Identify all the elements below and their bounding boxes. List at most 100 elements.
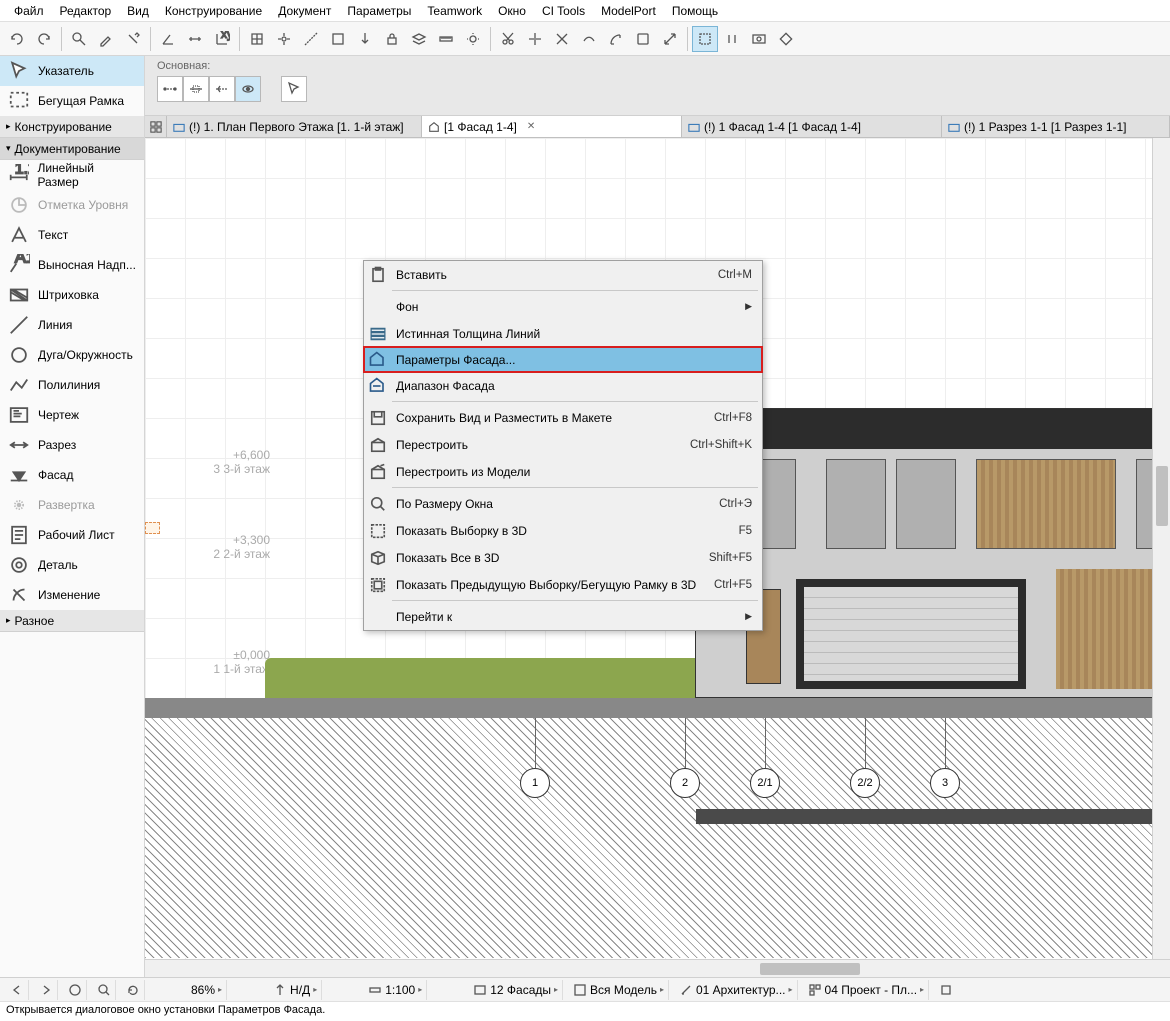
close-icon[interactable]: ✕ (527, 121, 535, 132)
cm-rebuild-model[interactable]: Перестроить из Модели (364, 458, 762, 485)
geometry-method-4[interactable] (235, 76, 261, 102)
tool-elevation[interactable]: Фасад (0, 460, 144, 490)
tool-polyline[interactable]: Полилиния (0, 370, 144, 400)
tool-text[interactable]: Текст (0, 220, 144, 250)
find-select-button[interactable] (66, 26, 92, 52)
menu-edit[interactable]: Редактор (52, 2, 120, 20)
zoom-level[interactable]: 86%▸ (187, 980, 227, 1000)
project-set[interactable]: 04 Проект - Пл...▸ (804, 980, 930, 1000)
suspend-tool[interactable] (719, 26, 745, 52)
tool-line[interactable]: Линия (0, 310, 144, 340)
lock-tool[interactable] (379, 26, 405, 52)
menu-teamwork[interactable]: Teamwork (419, 2, 490, 20)
cm-elevation-settings[interactable]: Параметры Фасада... (363, 346, 763, 373)
cm-show-all-3d[interactable]: Показать Все в 3DShift+F5 (364, 544, 762, 571)
tool-pointer[interactable]: Указатель (0, 56, 144, 86)
guide-tool[interactable] (298, 26, 324, 52)
override-tool[interactable] (773, 26, 799, 52)
drawing-icon (8, 406, 30, 424)
adjust-tool[interactable] (576, 26, 602, 52)
angle-tool[interactable] (155, 26, 181, 52)
nav-refresh[interactable] (122, 980, 145, 1000)
cm-true-line-weight[interactable]: Истинная Толщина Линий (364, 320, 762, 347)
sun-tool[interactable] (460, 26, 486, 52)
grid-axis (865, 718, 866, 768)
gravity-tool[interactable] (352, 26, 378, 52)
cm-show-sel-3d[interactable]: Показать Выборку в 3DF5 (364, 517, 762, 544)
tool-label: Текст (38, 228, 68, 242)
menu-help[interactable]: Помощь (664, 2, 726, 20)
cm-save-view[interactable]: Сохранить Вид и Разместить в МакетеCtrl+… (364, 404, 762, 431)
nav-zoom[interactable] (93, 980, 116, 1000)
section-design[interactable]: ▸Конструирование (0, 116, 144, 138)
tool-change[interactable]: Изменение (0, 580, 144, 610)
inject-button[interactable] (120, 26, 146, 52)
geometry-method-3[interactable] (209, 76, 235, 102)
cm-goto[interactable]: Перейти к▶ (364, 603, 762, 630)
menu-document[interactable]: Документ (270, 2, 339, 20)
grid-tool[interactable] (244, 26, 270, 52)
tab-grid-icon[interactable] (145, 116, 167, 137)
menu-view[interactable]: Вид (119, 2, 157, 20)
preview-tool[interactable] (746, 26, 772, 52)
tool-worksheet[interactable]: Рабочий Лист (0, 520, 144, 550)
cut-tool[interactable] (495, 26, 521, 52)
menu-citools[interactable]: CI Tools (534, 2, 593, 20)
redo-button[interactable] (31, 26, 57, 52)
scale[interactable]: 1:100▸ (364, 980, 427, 1000)
menu-options[interactable]: Параметры (339, 2, 419, 20)
cm-show-prev-3d[interactable]: Показать Предыдущую Выборку/Бегущую Рамк… (364, 571, 762, 598)
tab-floorplan[interactable]: (!) 1. План Первого Этажа [1. 1-й этаж] (167, 116, 422, 137)
nav-forward[interactable] (35, 980, 58, 1000)
nav-back[interactable] (6, 980, 29, 1000)
cm-background[interactable]: Фон▶ (364, 293, 762, 320)
view-set[interactable]: 12 Фасады▸ (469, 980, 563, 1000)
tool-drawing[interactable]: Чертеж (0, 400, 144, 430)
tab-facade-active[interactable]: [1 Фасад 1-4] ✕ (422, 116, 682, 137)
trim-tool[interactable] (522, 26, 548, 52)
menu-window[interactable]: Окно (490, 2, 534, 20)
dimension-tool[interactable] (182, 26, 208, 52)
edit-selection-tool[interactable] (692, 26, 718, 52)
geometry-method-1[interactable] (157, 76, 183, 102)
nav-home[interactable] (64, 980, 87, 1000)
tool-detail[interactable]: Деталь (0, 550, 144, 580)
vertical-scrollbar[interactable] (1152, 138, 1170, 959)
resize-tool[interactable] (657, 26, 683, 52)
menu-design[interactable]: Конструирование (157, 2, 270, 20)
cm-fit-window[interactable]: По Размеру ОкнаCtrl+Э (364, 490, 762, 517)
measure-tool[interactable] (433, 26, 459, 52)
cm-elevation-range[interactable]: Диапазон Фасада (364, 372, 762, 399)
model-filter[interactable]: Вся Модель▸ (569, 980, 669, 1000)
plane-tool[interactable] (325, 26, 351, 52)
tool-arc[interactable]: Дуга/Окружность (0, 340, 144, 370)
section-document[interactable]: ▾Документирование (0, 138, 144, 160)
cm-paste[interactable]: ВставитьCtrl+M (364, 261, 762, 288)
horizontal-scrollbar[interactable] (145, 959, 1170, 977)
intersect-tool[interactable] (603, 26, 629, 52)
snap-tool[interactable] (271, 26, 297, 52)
tool-linear-dim[interactable]: 1.2Линейный Размер (0, 160, 144, 190)
tool-section[interactable]: Разрез (0, 430, 144, 460)
menu-file[interactable]: Файл (6, 2, 52, 20)
tool-fill[interactable]: Штриховка (0, 280, 144, 310)
cm-rebuild[interactable]: ПерестроитьCtrl+Shift+K (364, 431, 762, 458)
menu-modelport[interactable]: ModelPort (593, 2, 664, 20)
coord-tool[interactable]: xy (209, 26, 235, 52)
cursor-mode[interactable] (281, 76, 307, 102)
tool-marquee[interactable]: Бегущая Рамка (0, 86, 144, 116)
geometry-method-2[interactable] (183, 76, 209, 102)
orientation[interactable]: Н/Д▸ (269, 980, 322, 1000)
split-tool[interactable] (549, 26, 575, 52)
pen-set[interactable]: 01 Архитектур...▸ (675, 980, 798, 1000)
tool-label[interactable]: A1Выносная Надп... (0, 250, 144, 280)
fillet-tool[interactable] (630, 26, 656, 52)
layers-tool[interactable] (406, 26, 432, 52)
tool-label: Отметка Уровня (38, 198, 128, 212)
more-options[interactable] (935, 980, 957, 1000)
eyedropper-button[interactable] (93, 26, 119, 52)
tab-section[interactable]: (!) 1 Разрез 1-1 [1 Разрез 1-1] (942, 116, 1170, 137)
undo-button[interactable] (4, 26, 30, 52)
section-other[interactable]: ▸Разное (0, 610, 144, 632)
tab-facade-2[interactable]: (!) 1 Фасад 1-4 [1 Фасад 1-4] (682, 116, 942, 137)
